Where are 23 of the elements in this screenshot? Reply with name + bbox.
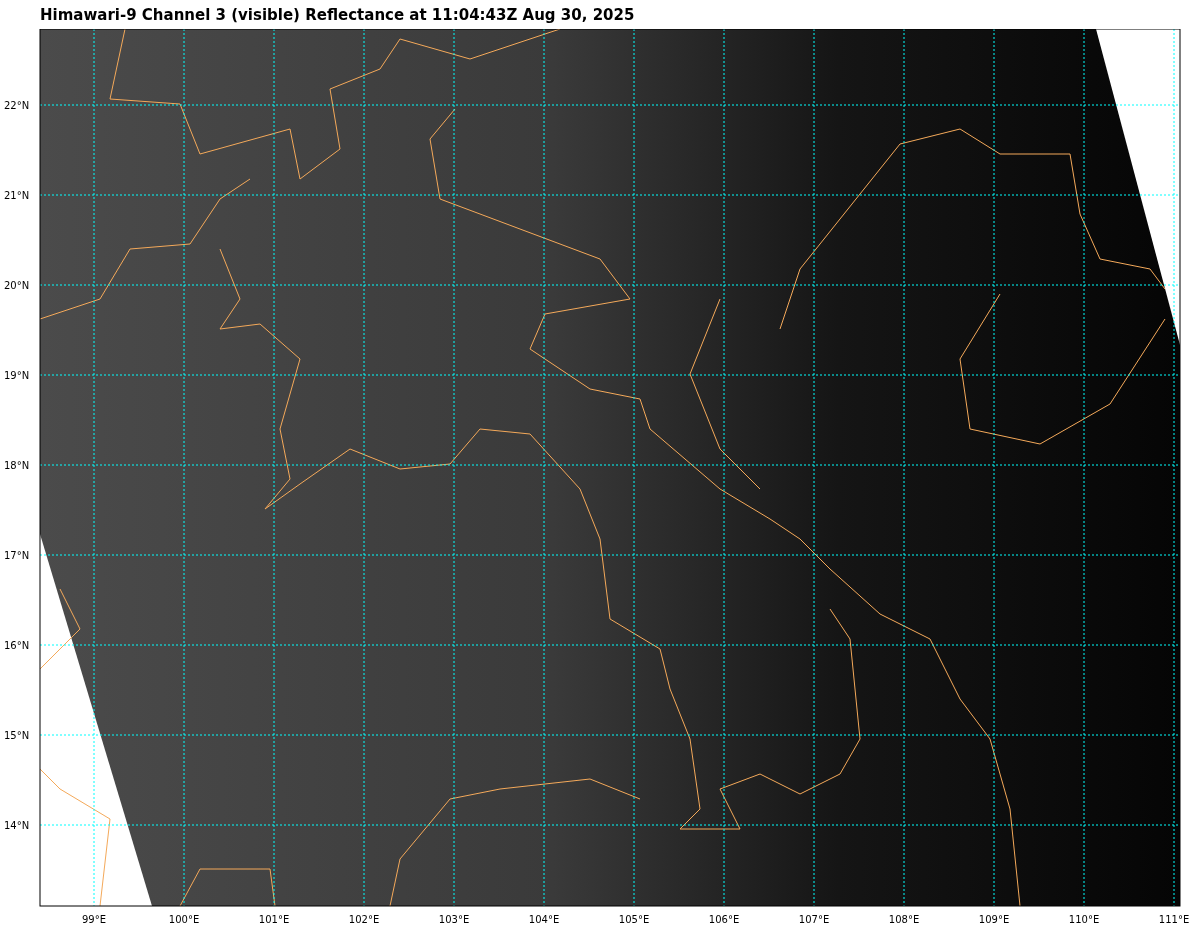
longitude-label: 111°E [1158,914,1190,925]
longitude-label: 108°E [888,914,920,925]
latitude-label: 18°N [4,460,30,471]
latitude-label: 20°N [4,280,30,291]
longitude-label: 100°E [168,914,200,925]
longitude-label: 109°E [978,914,1010,925]
latitude-label: 22°N [4,100,30,111]
longitude-label: 103°E [438,914,470,925]
chart-title: Himawari-9 Channel 3 (visible) Reflectance at 11:04:43Z Aug 30, 2025 [40,5,635,24]
latitude-label: 14°N [4,820,30,831]
latitude-label: 19°N [4,370,30,381]
longitude-label: 110°E [1068,914,1100,925]
longitude-label: 105°E [618,914,650,925]
longitude-label: 107°E [798,914,830,925]
longitude-label: 101°E [258,914,290,925]
longitude-label: 106°E [708,914,740,925]
longitude-label: 104°E [528,914,560,925]
latitude-label: 17°N [4,550,30,561]
longitude-label: 102°E [348,914,380,925]
latitude-label: 15°N [4,730,30,741]
longitude-label: 99°E [82,914,106,925]
latitude-label: 21°N [4,190,30,201]
latitude-label: 16°N [4,640,30,651]
